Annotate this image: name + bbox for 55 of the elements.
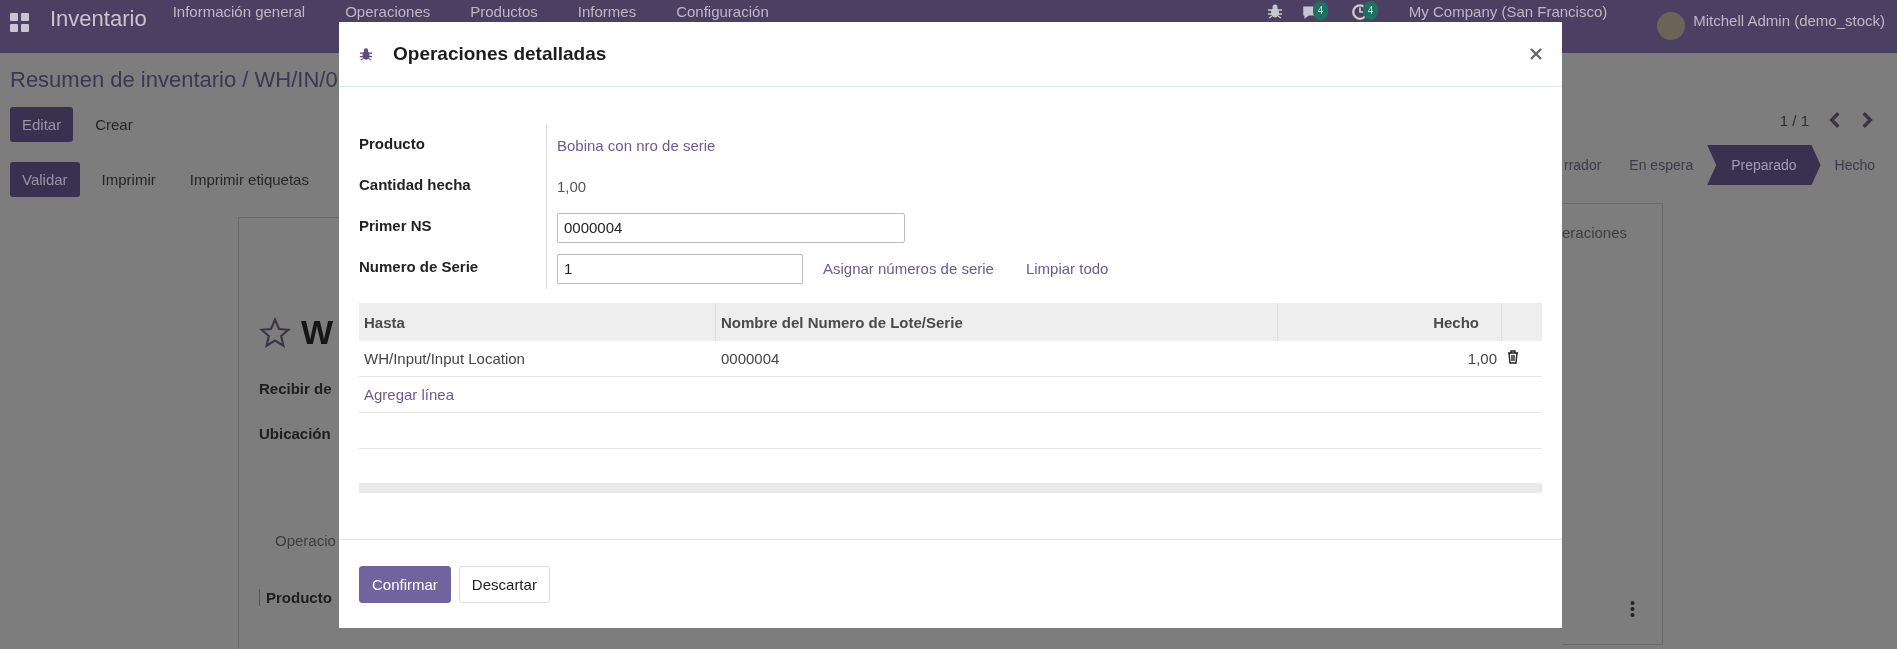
- field-label: Producto: [359, 134, 426, 154]
- field-label: Primer NS: [359, 216, 433, 236]
- input-field[interactable]: 0000004: [557, 212, 905, 243]
- input-field[interactable]: 1: [557, 253, 803, 284]
- status-step[interactable]: En espera: [1615, 145, 1708, 185]
- action-button[interactable]: Validar: [10, 162, 80, 197]
- dialog-button[interactable]: Confirmar: [359, 565, 451, 603]
- apps-grid-icon[interactable]: [10, 13, 30, 33]
- field-label: Cantidad hecha: [359, 175, 472, 195]
- breadcrumb: Resumen de inventario / WH/IN/0: [9, 67, 339, 93]
- field-value: 1,00: [557, 178, 587, 195]
- notification-badge: 4: [1362, 1, 1379, 20]
- company-switcher[interactable]: My Company (San Francisco): [1408, 3, 1608, 20]
- notebook-tab[interactable]: eraciones: [1562, 224, 1662, 241]
- close-icon[interactable]: [1530, 48, 1542, 60]
- column-header: Hecho: [1278, 303, 1502, 341]
- menu-item[interactable]: Operaciones: [345, 3, 431, 20]
- menu-item[interactable]: Configuración: [676, 3, 769, 20]
- bug-icon[interactable]: [1266, 3, 1283, 19]
- record-title: W: [301, 313, 334, 352]
- app-name[interactable]: Inventario: [50, 7, 147, 31]
- status-step[interactable]: Hecho: [1820, 145, 1890, 185]
- kebab-icon[interactable]: [1630, 601, 1635, 617]
- bug-icon[interactable]: [359, 47, 373, 61]
- product-link[interactable]: Bobina con nro de serie: [557, 137, 716, 154]
- status-step[interactable]: rrador: [1562, 145, 1616, 185]
- field-label: Recibir de: [259, 380, 333, 397]
- notification-badge: 4: [1312, 1, 1329, 20]
- column-header: Hasta: [359, 303, 716, 341]
- star-icon[interactable]: [259, 316, 291, 349]
- toolbar-button[interactable]: Editar: [10, 107, 74, 142]
- action-link[interactable]: Asignar números de serie: [823, 260, 994, 277]
- table-cell-text: WH/Input/Input Location: [363, 350, 526, 367]
- action-button[interactable]: Imprimir: [89, 162, 168, 197]
- dialog-button[interactable]: Descartar: [458, 565, 550, 603]
- add-line-link[interactable]: Agregar línea: [359, 386, 455, 403]
- next-icon[interactable]: [1861, 111, 1873, 129]
- menu-item[interactable]: Informes: [577, 3, 637, 20]
- dialog-title: Operaciones detalladas: [393, 43, 608, 65]
- field-label: Numero de Serie: [359, 257, 480, 277]
- action-link[interactable]: Limpiar todo: [1025, 260, 1109, 277]
- column-header: Nombre del Numero de Lote/Serie: [716, 303, 1278, 341]
- status-step[interactable]: Preparado: [1707, 145, 1821, 185]
- notebook-tab[interactable]: Operacio: [259, 532, 339, 549]
- table-cell-text: 1,00: [1466, 350, 1498, 367]
- action-button[interactable]: Imprimir etiquetas: [177, 162, 321, 197]
- pager-value: 1 / 1: [1779, 111, 1809, 129]
- menu-item[interactable]: Información general: [172, 3, 306, 20]
- user-menu[interactable]: Mitchell Admin (demo_stock): [1693, 12, 1885, 29]
- menu-item[interactable]: Productos: [470, 3, 538, 20]
- toolbar-button[interactable]: Crear: [83, 107, 145, 142]
- table-cell-text: 0000004: [720, 350, 781, 367]
- previous-icon[interactable]: [1829, 111, 1841, 129]
- field-label: Ubicación: [259, 425, 332, 442]
- trash-icon[interactable]: [1507, 350, 1519, 364]
